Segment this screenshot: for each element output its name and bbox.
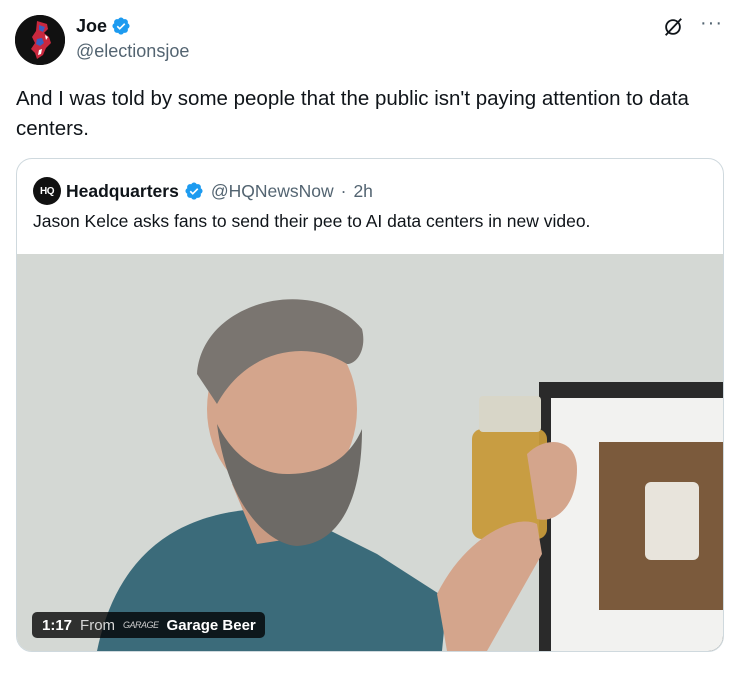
video-frame-image: [17, 254, 723, 651]
video-info-badge: 1:17 From GARAGE Garage Beer: [32, 612, 265, 638]
author-display-name[interactable]: Joe: [76, 14, 107, 38]
video-from-label: From: [80, 616, 116, 634]
author-handle[interactable]: @electionsjoe: [76, 39, 189, 63]
tweet-actions-top: ···: [662, 13, 723, 38]
nj-map-avatar-icon: [15, 15, 65, 65]
video-duration: 1:17: [42, 616, 73, 634]
avatar[interactable]: [15, 15, 65, 65]
tweet-text: And I was told by some people that the p…: [16, 87, 689, 140]
author-header: Joe @electionsjoe: [76, 14, 189, 63]
quoted-tweet-header: HQ Headquarters @HQNewsNow · 2h: [33, 177, 373, 205]
video-source-name[interactable]: Garage Beer: [167, 617, 256, 634]
more-options-icon[interactable]: ···: [700, 13, 723, 33]
quoted-author-avatar[interactable]: HQ: [33, 177, 61, 205]
verified-badge-icon: [112, 17, 130, 35]
grok-icon[interactable]: [662, 16, 684, 38]
quoted-timestamp[interactable]: 2h: [353, 181, 372, 202]
video-thumbnail[interactable]: [17, 254, 723, 651]
separator-dot: ·: [340, 180, 347, 201]
verified-badge-icon: [185, 182, 203, 200]
garage-beer-logo-icon: GARAGE: [123, 620, 159, 630]
quoted-tweet[interactable]: HQ Headquarters @HQNewsNow · 2h Jason Ke…: [16, 158, 724, 652]
quoted-tweet-text: Jason Kelce asks fans to send their pee …: [33, 211, 591, 231]
quoted-author-handle[interactable]: @HQNewsNow: [211, 181, 334, 202]
quoted-author-name[interactable]: Headquarters: [66, 181, 179, 202]
